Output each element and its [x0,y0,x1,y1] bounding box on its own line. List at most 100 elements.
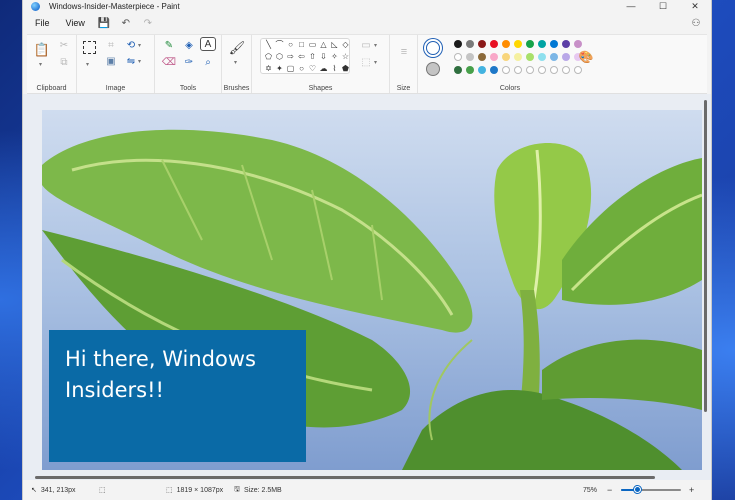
rotate-icon[interactable]: ⟲ [123,38,139,52]
color-swatch[interactable] [526,40,534,48]
undo-icon[interactable]: ↶ [117,15,135,31]
fill-icon[interactable]: ◈ [181,38,197,52]
paste-icon[interactable]: 📋 [34,42,50,57]
shape-option[interactable]: ⇧ [307,50,318,62]
zoom-slider-thumb[interactable] [633,486,641,493]
share-icon[interactable]: ⚇ [687,15,705,31]
shape-option[interactable]: ⌒ [274,38,285,50]
shape-option[interactable]: ✧ [329,50,340,62]
shape-option[interactable]: ◺ [329,38,340,50]
horizontal-scrollbar[interactable] [35,476,655,479]
shape-option[interactable]: ☆ [340,50,351,62]
color-swatch[interactable] [550,53,558,61]
color-swatch[interactable] [454,53,462,61]
color-swatch[interactable] [550,66,558,74]
shape-option[interactable]: ⇨ [285,50,296,62]
shape-option[interactable]: ⬠ [263,50,274,62]
color-swatch[interactable] [574,66,582,74]
pencil-icon[interactable]: ✎ [161,38,177,52]
color-swatch[interactable] [562,66,570,74]
zoom-out-icon[interactable]: − [607,485,612,495]
menu-view[interactable]: View [60,16,91,30]
text-box[interactable]: Hi there, Windows Insiders!! [49,330,306,462]
zoom-level[interactable]: 75% [583,487,597,494]
shape-option[interactable]: ○ [285,38,296,50]
copy-icon[interactable]: ⧉ [56,55,72,69]
select-icon[interactable] [83,41,96,54]
color-swatch[interactable] [514,66,522,74]
primary-color-swatch[interactable] [426,41,440,55]
color-swatch[interactable] [538,40,546,48]
drawing-canvas[interactable]: Hi there, Windows Insiders!! [42,110,702,470]
size-icon[interactable]: ≡ [396,45,412,59]
shape-option[interactable]: ♡ [307,62,318,74]
shape-option[interactable]: ▭ [307,38,318,50]
shape-option[interactable]: ☁ [318,62,329,74]
vertical-scrollbar[interactable] [704,100,707,412]
shape-option[interactable]: ╲ [263,38,274,50]
save-icon[interactable]: 💾 [95,15,113,31]
cut-icon[interactable]: ✂ [56,38,72,52]
shape-option[interactable]: ⌇ [329,62,340,74]
shape-option[interactable]: ⇩ [318,50,329,62]
flip-icon[interactable]: ⇋ [123,54,139,68]
crop-icon[interactable]: ⌗ [103,38,119,52]
shape-option[interactable]: △ [318,38,329,50]
brush-icon[interactable]: 🖌 [229,40,246,55]
magnifier-icon[interactable]: ⌕ [200,55,216,69]
color-picker-icon[interactable]: ✑ [181,55,197,69]
color-swatch[interactable] [538,66,546,74]
color-swatch[interactable] [490,66,498,74]
color-swatch[interactable] [550,40,558,48]
zoom-slider[interactable] [621,486,681,493]
color-swatch[interactable] [562,40,570,48]
shape-option[interactable]: ◇ [340,38,351,50]
color-swatch[interactable] [514,40,522,48]
shape-fill-icon[interactable]: ⬚ [358,55,374,69]
color-swatch[interactable] [538,53,546,61]
color-swatch[interactable] [490,53,498,61]
color-swatch[interactable] [454,40,462,48]
color-swatch[interactable] [502,53,510,61]
color-swatch[interactable] [466,40,474,48]
shape-option[interactable]: ▢ [285,62,296,74]
shape-option[interactable]: ⬟ [340,62,351,74]
shape-option[interactable]: ⇦ [296,50,307,62]
color-swatch[interactable] [478,66,486,74]
color-swatch[interactable] [466,53,474,61]
shape-option[interactable]: □ [296,38,307,50]
color-swatch[interactable] [526,66,534,74]
maximize-button[interactable]: ☐ [647,0,679,12]
edit-colors-icon[interactable]: 🎨 [578,50,594,64]
flip-dropdown-icon[interactable]: ▾ [138,58,141,65]
outline-icon[interactable]: ▭ [358,38,374,52]
color-swatch[interactable] [526,53,534,61]
close-button[interactable]: ✕ [679,0,711,12]
shape-option[interactable]: ✡ [263,62,274,74]
shape-option[interactable]: ✦ [274,62,285,74]
minimize-button[interactable]: — [615,0,647,12]
color-swatch[interactable] [574,40,582,48]
paste-dropdown-icon[interactable]: ▾ [39,61,42,68]
outline-dropdown-icon[interactable]: ▾ [374,42,377,49]
shape-fill-dropdown-icon[interactable]: ▾ [374,59,377,66]
color-swatch[interactable] [466,66,474,74]
color-swatch[interactable] [514,53,522,61]
color-swatch[interactable] [562,53,570,61]
shape-option[interactable]: ○ [296,62,307,74]
eraser-icon[interactable]: ⌫ [161,55,177,69]
color-swatch[interactable] [490,40,498,48]
text-tool-icon[interactable]: A [200,37,216,51]
resize-icon[interactable]: ▣ [103,54,119,68]
brush-dropdown-icon[interactable]: ▾ [234,59,237,66]
shape-option[interactable]: ⬡ [274,50,285,62]
menu-file[interactable]: File [29,16,56,30]
rotate-dropdown-icon[interactable]: ▾ [138,42,141,49]
zoom-in-icon[interactable]: + [689,485,694,495]
color-swatch[interactable] [454,66,462,74]
color-swatch[interactable] [478,40,486,48]
color-swatch[interactable] [478,53,486,61]
secondary-color-swatch[interactable] [426,62,440,76]
redo-icon[interactable]: ↷ [139,15,157,31]
color-swatch[interactable] [502,40,510,48]
